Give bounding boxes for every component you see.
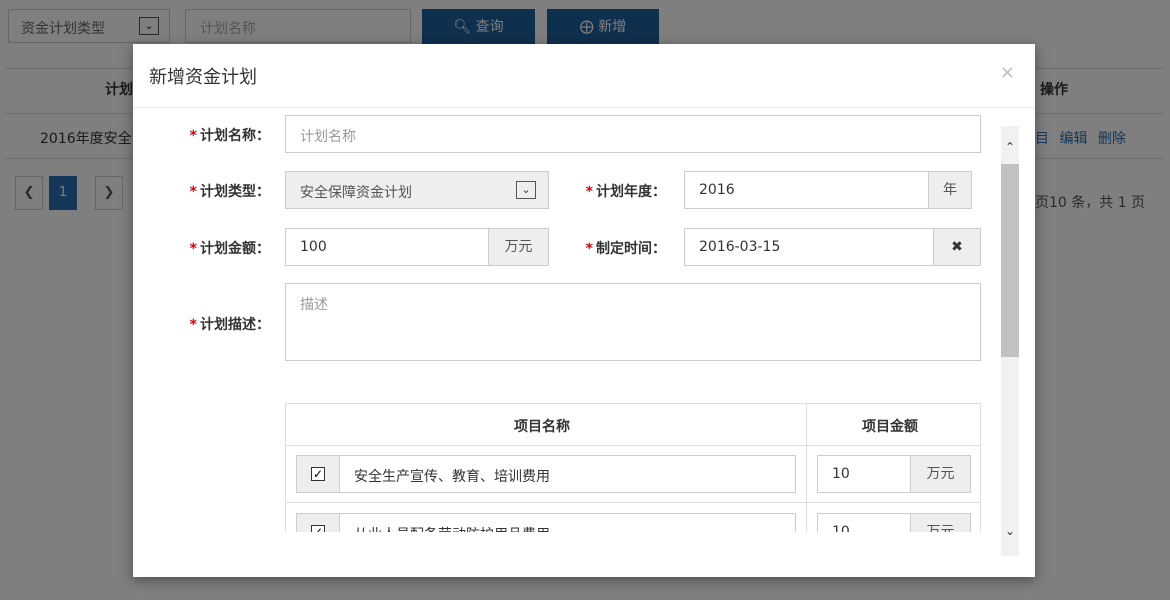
close-icon[interactable]: × <box>1000 62 1015 83</box>
item-amount-value: 10 <box>832 466 850 482</box>
plan-amount-unit: 万元 <box>488 228 549 266</box>
scroll-up-icon[interactable]: ⌃ <box>1001 138 1019 156</box>
modal-body-bottom <box>133 532 1035 577</box>
plan-year-value: 2016 <box>699 182 735 198</box>
item-name-value: 安全生产宣传、教育、培训费用 <box>354 469 550 485</box>
made-time-value: 2016-03-15 <box>699 239 781 255</box>
item-name-input[interactable]: 安全生产宣传、教育、培训费用 <box>339 455 796 493</box>
modal-header: 新增资金计划 × <box>133 44 1035 108</box>
plan-amount-label: * 计划金额： <box>189 241 270 257</box>
clear-date-icon[interactable]: ✖ <box>933 228 981 266</box>
made-time-label: * 制定时间： <box>585 241 666 257</box>
items-header-amount: 项目金额 <box>862 419 918 435</box>
plan-type-select[interactable]: 安全保障资金计划 ⌄ <box>285 171 549 209</box>
made-time-input[interactable]: 2016-03-15 <box>684 228 934 266</box>
item-amount-input[interactable]: 10 <box>817 455 911 493</box>
plan-amount-value: 100 <box>300 239 327 255</box>
item-amount-unit: 万元 <box>910 455 971 493</box>
plan-desc-placeholder: 描述 <box>300 297 328 313</box>
scroll-down-icon[interactable]: ⌄ <box>1001 522 1019 540</box>
plan-year-unit: 年 <box>928 171 972 209</box>
plan-type-value: 安全保障资金计划 <box>300 185 412 201</box>
add-plan-modal: 新增资金计划 × * 计划名称： 计划名称 * 计划类型： 安全保障资金计划 ⌄ *… <box>133 44 1035 577</box>
plan-name-label: * 计划名称： <box>189 128 270 144</box>
plan-desc-label: * 计划描述： <box>189 317 270 333</box>
plan-year-input[interactable]: 2016 <box>684 171 929 209</box>
plan-type-label: * 计划类型： <box>189 184 270 200</box>
plan-name-placeholder: 计划名称 <box>300 129 356 145</box>
plan-name-input[interactable]: 计划名称 <box>285 115 981 153</box>
modal-title: 新增资金计划 <box>149 67 257 88</box>
plan-amount-input[interactable]: 100 <box>285 228 489 266</box>
modal-body: * 计划名称： 计划名称 * 计划类型： 安全保障资金计划 ⌄ * 计划年度： 201… <box>133 109 1035 577</box>
checkbox[interactable]: ✓ <box>311 467 325 481</box>
plan-desc-textarea[interactable]: 描述 <box>285 283 981 361</box>
scrollbar-thumb[interactable] <box>1001 164 1019 357</box>
row-checkbox-cell: ✓ <box>296 455 340 493</box>
items-header-name: 项目名称 <box>514 419 570 435</box>
plan-year-label: * 计划年度： <box>585 184 666 200</box>
chevron-down-icon: ⌄ <box>516 181 536 199</box>
